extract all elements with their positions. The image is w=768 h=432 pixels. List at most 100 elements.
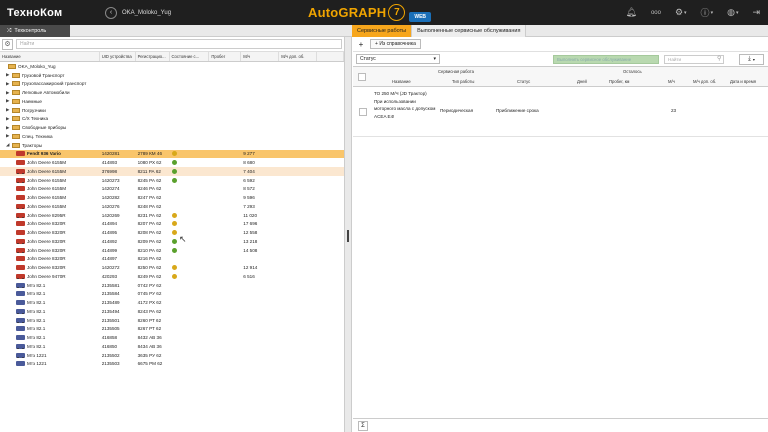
reg-cell: 1080 РХ 62 bbox=[137, 160, 162, 166]
tree-vehicle-row[interactable]: Мтз 82.1 2135494 8243 РА 62 bbox=[0, 307, 344, 316]
tree-vehicle-row[interactable]: John Deere 8320R 414899 8210 РА 62 14 508 bbox=[0, 246, 344, 255]
tree-vehicle-row[interactable]: John Deere 6155M 376998 8211 РА 62 7 404 bbox=[0, 167, 344, 176]
row-label: John Deere 8295R bbox=[27, 212, 66, 218]
tractor-icon bbox=[16, 273, 25, 279]
column-header[interactable]: Дней bbox=[577, 79, 587, 84]
tree-vehicle-row[interactable]: John Deere 8295R 1420269 8231 РА 62 11 020 bbox=[0, 211, 344, 220]
tree-folder-row[interactable]: ▶ Легковые Автомобили bbox=[0, 88, 344, 97]
uid-cell: 414895 bbox=[101, 230, 118, 236]
info-icon[interactable]: ⓘ ▾ bbox=[701, 6, 714, 19]
state-cell bbox=[170, 212, 210, 218]
name-cell: John Deere 6155M bbox=[0, 160, 100, 166]
tree-vehicle-row[interactable]: John Deere 9470R 420293 8249 РА 62 6 516 bbox=[0, 272, 344, 281]
column-header[interactable]: Название bbox=[392, 79, 411, 84]
tractor-icon bbox=[16, 361, 25, 367]
column-header[interactable]: М/ч доп. об. bbox=[693, 79, 716, 84]
export-button[interactable]: ⤓ ▾ bbox=[739, 54, 764, 65]
back-button[interactable]: ‹ bbox=[105, 6, 117, 19]
chevron-down-icon: ▾ bbox=[752, 57, 755, 62]
tree-vehicle-row[interactable]: Мтз 82.1 2135501 8260 РТ 62 bbox=[0, 316, 344, 325]
column-header[interactable]: Пробег, км bbox=[609, 79, 629, 84]
row-checkbox[interactable] bbox=[359, 108, 367, 116]
tree-vehicle-row[interactable]: Мтз 82.1 2135581 0742 РУ 62 bbox=[0, 281, 344, 290]
logout-icon[interactable]: ⇥ bbox=[752, 7, 760, 18]
tree-folder-row[interactable]: ▶ С/Х Техника bbox=[0, 115, 344, 124]
name-cell: ▶ Свободные приборы bbox=[0, 125, 100, 131]
tree-vehicle-row[interactable]: John Deere 6155M 1420274 8246 РА 62 8 572 bbox=[0, 185, 344, 194]
tab-service-works[interactable]: Сервисные работы bbox=[352, 25, 413, 37]
add-icon[interactable]: + bbox=[356, 39, 366, 49]
sum-button[interactable]: Σ bbox=[358, 420, 368, 431]
column-header[interactable]: М/ч bbox=[668, 79, 675, 84]
tree-folder-row[interactable]: ◢ Тракторы bbox=[0, 141, 344, 150]
brand-version: 7 bbox=[388, 4, 406, 21]
gear-icon[interactable]: ⚙︎ ▾ bbox=[675, 7, 687, 18]
reg-cell: 8260 РТ 62 bbox=[137, 317, 162, 323]
splitter-grip[interactable] bbox=[347, 230, 349, 242]
search-input[interactable]: Найти bbox=[16, 39, 342, 49]
tree-vehicle-row[interactable]: Fendt 936 Vario 1420281 2789 КМ 46 9 277 bbox=[0, 149, 344, 159]
tree-folder-row[interactable]: ▶ Грузопассажирский транспорт bbox=[0, 80, 344, 89]
tree-vehicle-row[interactable]: John Deere 8320R 414894 8207 РА 62 17 696 bbox=[0, 220, 344, 229]
tree-vehicle-row[interactable]: Мтз 82.1 416850 8434 АВ 36 bbox=[0, 342, 344, 351]
column-header[interactable] bbox=[317, 52, 344, 61]
tree-vehicle-row[interactable]: John Deere 6155M 1420276 8248 РА 62 7 293 bbox=[0, 202, 344, 211]
tree-vehicle-row[interactable]: John Deere 6155M 1420273 8245 РА 62 6 592 bbox=[0, 176, 344, 185]
section-header: ⤮ Техконтроль bbox=[0, 25, 70, 37]
tab-completed-services[interactable]: Выполненные сервисные обслуживания bbox=[412, 25, 527, 37]
column-header[interactable]: М/ч доп. об. bbox=[279, 52, 318, 61]
name-cell: ▶ Погрузчики bbox=[0, 107, 100, 113]
tree-vehicle-row[interactable]: John Deere 8320R 1420272 8250 РА 62 12 914 bbox=[0, 263, 344, 272]
gear-icon[interactable]: ⚙︎ bbox=[2, 38, 13, 50]
tree-folder-row[interactable]: ▶ Погрузчики bbox=[0, 106, 344, 115]
globe-icon[interactable]: ◍ ▾ bbox=[727, 7, 738, 18]
tree-vehicle-row[interactable]: John Deere 6155M 414893 1080 РХ 62 8 680 bbox=[0, 158, 344, 167]
tree-folder-row[interactable]: ▶ Спец. Техника bbox=[0, 132, 344, 141]
column-header[interactable]: Дата и время bbox=[730, 79, 756, 84]
column-header[interactable]: Название bbox=[0, 52, 100, 61]
tree-vehicle-row[interactable]: John Deere 8320R 414895 8208 РА 62 12 558 bbox=[0, 228, 344, 237]
tree-vehicle-row[interactable]: Мтз 82.1 2135505 8267 РТ 62 bbox=[0, 325, 344, 334]
name-cell: ◢ Тракторы bbox=[0, 142, 100, 148]
select-all-checkbox[interactable] bbox=[358, 73, 366, 81]
uid-cell: 1420273 bbox=[101, 177, 120, 183]
tree-vehicle-row[interactable]: Мтз 1221 2135502 3635 РУ 62 bbox=[0, 351, 344, 360]
status-select[interactable]: Статус ▾ bbox=[356, 54, 440, 64]
tree-vehicle-row[interactable]: Мтз 82.1 2135489 4172 РХ 62 bbox=[0, 298, 344, 307]
grid-search-input[interactable]: Найти bbox=[664, 55, 724, 64]
column-header[interactable]: Состояние с... bbox=[170, 52, 210, 61]
column-header[interactable]: Тип работы bbox=[452, 79, 474, 84]
perform-service-button[interactable]: Выполнить сервисное обслуживание bbox=[553, 55, 659, 64]
column-header[interactable]: Статус bbox=[517, 79, 530, 84]
tree-folder-row[interactable]: ▶ Грузовой Транспорт bbox=[0, 71, 344, 80]
service-row[interactable]: ТО 250 М/Ч (JD Трактор) При использовани… bbox=[353, 87, 768, 137]
row-label: John Deere 6155M bbox=[27, 203, 67, 209]
column-header[interactable]: Пробег bbox=[209, 52, 242, 61]
panel-splitter[interactable] bbox=[345, 37, 352, 432]
name-cell: John Deere 8320R bbox=[0, 247, 100, 253]
tree-vehicle-row[interactable]: John Deere 6155M 1420282 8247 РА 62 9 596 bbox=[0, 193, 344, 202]
dots-icon[interactable]: ooo bbox=[651, 10, 661, 16]
column-header[interactable]: Регистрацио... bbox=[136, 52, 170, 61]
tree-folder-row[interactable]: ▶ Свободные приборы bbox=[0, 123, 344, 132]
tractor-icon bbox=[16, 265, 25, 271]
name-cell: John Deere 6155M bbox=[0, 186, 100, 192]
mh-cell: 11 020 bbox=[243, 212, 258, 218]
tree-vehicle-row[interactable]: John Deere 8320R 414892 8209 РА 62 13 218 bbox=[0, 237, 344, 246]
tree-folder-row[interactable]: ▶ Наемные bbox=[0, 97, 344, 106]
uid-cell: 2135501 bbox=[101, 317, 120, 323]
tractor-icon bbox=[16, 151, 25, 157]
from-directory-button[interactable]: + Из справочника bbox=[370, 39, 421, 49]
filter-icon[interactable]: ⚲ bbox=[717, 55, 721, 62]
column-header[interactable]: UID устройства bbox=[100, 52, 136, 61]
tree-vehicle-row[interactable]: Мтз 1221 2135503 6675 РМ 62 bbox=[0, 360, 344, 369]
tree-vehicle-row[interactable]: Мтз 82.1 2135584 0745 РУ 62 bbox=[0, 290, 344, 299]
tractor-icon bbox=[16, 177, 25, 183]
tree-folder-row[interactable]: OKA_Moloko_Yug bbox=[0, 62, 344, 71]
tree-vehicle-row[interactable]: John Deere 8320R 414897 8216 РА 62 bbox=[0, 255, 344, 264]
row-label: John Deere 8320R bbox=[27, 256, 66, 262]
column-header[interactable]: М/ч bbox=[241, 52, 280, 61]
bell-icon[interactable]: 🔔︎ bbox=[626, 7, 637, 18]
tree-vehicle-row[interactable]: Мтз 82.1 416858 8432 АВ 36 bbox=[0, 333, 344, 342]
uid-cell: 414897 bbox=[101, 256, 118, 262]
